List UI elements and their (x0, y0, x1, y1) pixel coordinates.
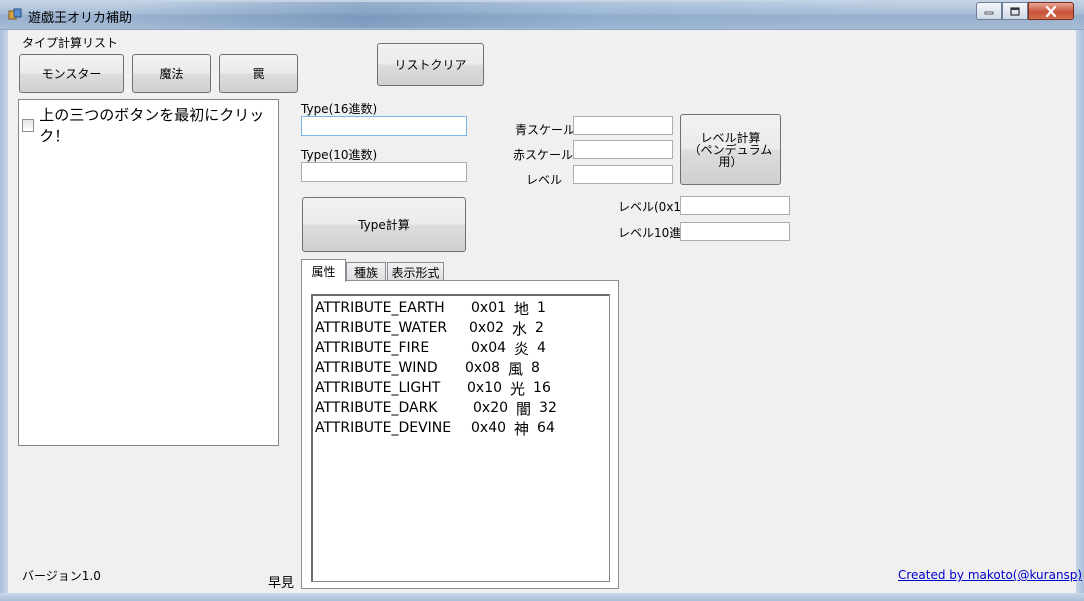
attribute-dec: 16 (533, 380, 551, 396)
attribute-kanji: 水 (512, 319, 528, 338)
title-bar-glass (130, 2, 900, 28)
attribute-hex: 0x40 (471, 420, 507, 436)
attribute-name: ATTRIBUTE_EARTH (315, 300, 445, 316)
attribute-kanji: 炎 (514, 339, 530, 358)
attribute-kanji: 神 (514, 419, 530, 438)
attribute-dec: 2 (535, 320, 544, 336)
attribute-hex: 0x08 (465, 360, 501, 376)
level-calc-pendulum-button[interactable]: レベル計算 （ペンデュラム用） (680, 114, 781, 185)
attribute-name: ATTRIBUTE_DARK (315, 400, 438, 416)
type-list-label: タイプ計算リスト (22, 36, 119, 50)
attribute-dec: 1 (537, 300, 546, 316)
attribute-kanji: 闇 (516, 399, 532, 418)
window-frame-left (0, 30, 8, 601)
type-dec-label: Type(10進数) (301, 148, 378, 162)
blue-scale-label: 青スケール (515, 123, 576, 137)
attribute-dec: 32 (539, 400, 557, 416)
red-scale-label: 赤スケール (513, 148, 574, 162)
close-icon (1045, 5, 1057, 17)
credit-link[interactable]: Created by makoto(@kuransp) (898, 568, 1082, 582)
magic-button[interactable]: 魔法 (132, 54, 211, 93)
attribute-name: ATTRIBUTE_WIND (315, 360, 438, 376)
attribute-hex: 0x20 (473, 400, 509, 416)
attribute-kanji: 風 (508, 359, 524, 378)
tab-race[interactable]: 種族 (346, 262, 386, 281)
attribute-dec: 64 (537, 420, 555, 436)
type-calc-button[interactable]: Type計算 (302, 197, 466, 252)
window-frame-right (1076, 30, 1084, 601)
list-item[interactable]: 上の三つのボタンを最初にクリック！ (19, 100, 278, 146)
monster-button[interactable]: モンスター (19, 54, 124, 93)
attribute-name: ATTRIBUTE_FIRE (315, 340, 430, 356)
hayami-label: 早見 (268, 576, 295, 591)
attribute-row: ATTRIBUTE_WATER 0x02 水 2 (315, 318, 609, 338)
list-item-label: 上の三つのボタンを最初にクリック！ (39, 106, 265, 145)
window-frame-bottom (0, 593, 1084, 601)
attribute-dec: 8 (531, 360, 540, 376)
attribute-kanji: 光 (510, 379, 526, 398)
maximize-icon (1010, 6, 1020, 16)
maximize-button[interactable] (1002, 2, 1028, 20)
attribute-dec: 4 (537, 340, 546, 356)
attribute-row: ATTRIBUTE_DEVINE 0x40 神 64 (315, 418, 609, 438)
version-label: バージョン1.0 (22, 569, 101, 583)
attribute-row: ATTRIBUTE_WIND 0x08 風 8 (315, 358, 609, 378)
type-hex-input[interactable] (301, 116, 467, 136)
minimize-icon (984, 11, 994, 15)
level-input[interactable] (573, 165, 673, 184)
attribute-row: ATTRIBUTE_FIRE 0x04 炎 4 (315, 338, 609, 358)
level-label: レベル (526, 173, 563, 187)
attribute-name: ATTRIBUTE_DEVINE (315, 420, 452, 436)
attribute-hex: 0x02 (469, 320, 505, 336)
level-dec-label: レベル10進 (618, 226, 682, 240)
minimize-button[interactable] (976, 2, 1002, 20)
attribute-name: ATTRIBUTE_WATER (315, 320, 448, 336)
blue-scale-input[interactable] (573, 116, 673, 135)
type-dec-input[interactable] (301, 162, 467, 182)
attribute-name: ATTRIBUTE_LIGHT (315, 380, 441, 396)
attribute-list: ATTRIBUTE_EARTH 0x01 地 1 ATTRIBUTE_WATER 0x02… (313, 296, 609, 438)
attribute-row: ATTRIBUTE_LIGHT 0x10 光 16 (315, 378, 609, 398)
attribute-kanji: 地 (514, 299, 530, 318)
trap-button[interactable]: 罠 (219, 54, 298, 93)
tab-display-format[interactable]: 表示形式 (387, 262, 444, 281)
attribute-reference-text[interactable]: ATTRIBUTE_EARTH 0x01 地 1 ATTRIBUTE_WATER 0x02… (311, 294, 610, 582)
tab-attribute[interactable]: 属性 (301, 259, 346, 282)
level-dec-input[interactable] (680, 222, 790, 241)
app-window-icon[interactable] (8, 8, 22, 22)
checkbox[interactable] (22, 118, 35, 132)
window-title: 遊戯王オリカ補助 (28, 11, 133, 26)
attribute-hex: 0x10 (467, 380, 503, 396)
attribute-hex: 0x04 (471, 340, 507, 356)
attribute-row: ATTRIBUTE_EARTH 0x01 地 1 (315, 298, 609, 318)
list-clear-button[interactable]: リストクリア (377, 43, 484, 86)
red-scale-input[interactable] (573, 140, 673, 159)
type-hex-label: Type(16進数) (301, 102, 378, 116)
type-checked-list[interactable]: 上の三つのボタンを最初にクリック！ (18, 99, 279, 446)
attribute-hex: 0x01 (471, 300, 507, 316)
attribute-row: ATTRIBUTE_DARK 0x20 闇 32 (315, 398, 609, 418)
close-button[interactable] (1028, 2, 1074, 20)
level-hex-input[interactable] (680, 196, 790, 215)
